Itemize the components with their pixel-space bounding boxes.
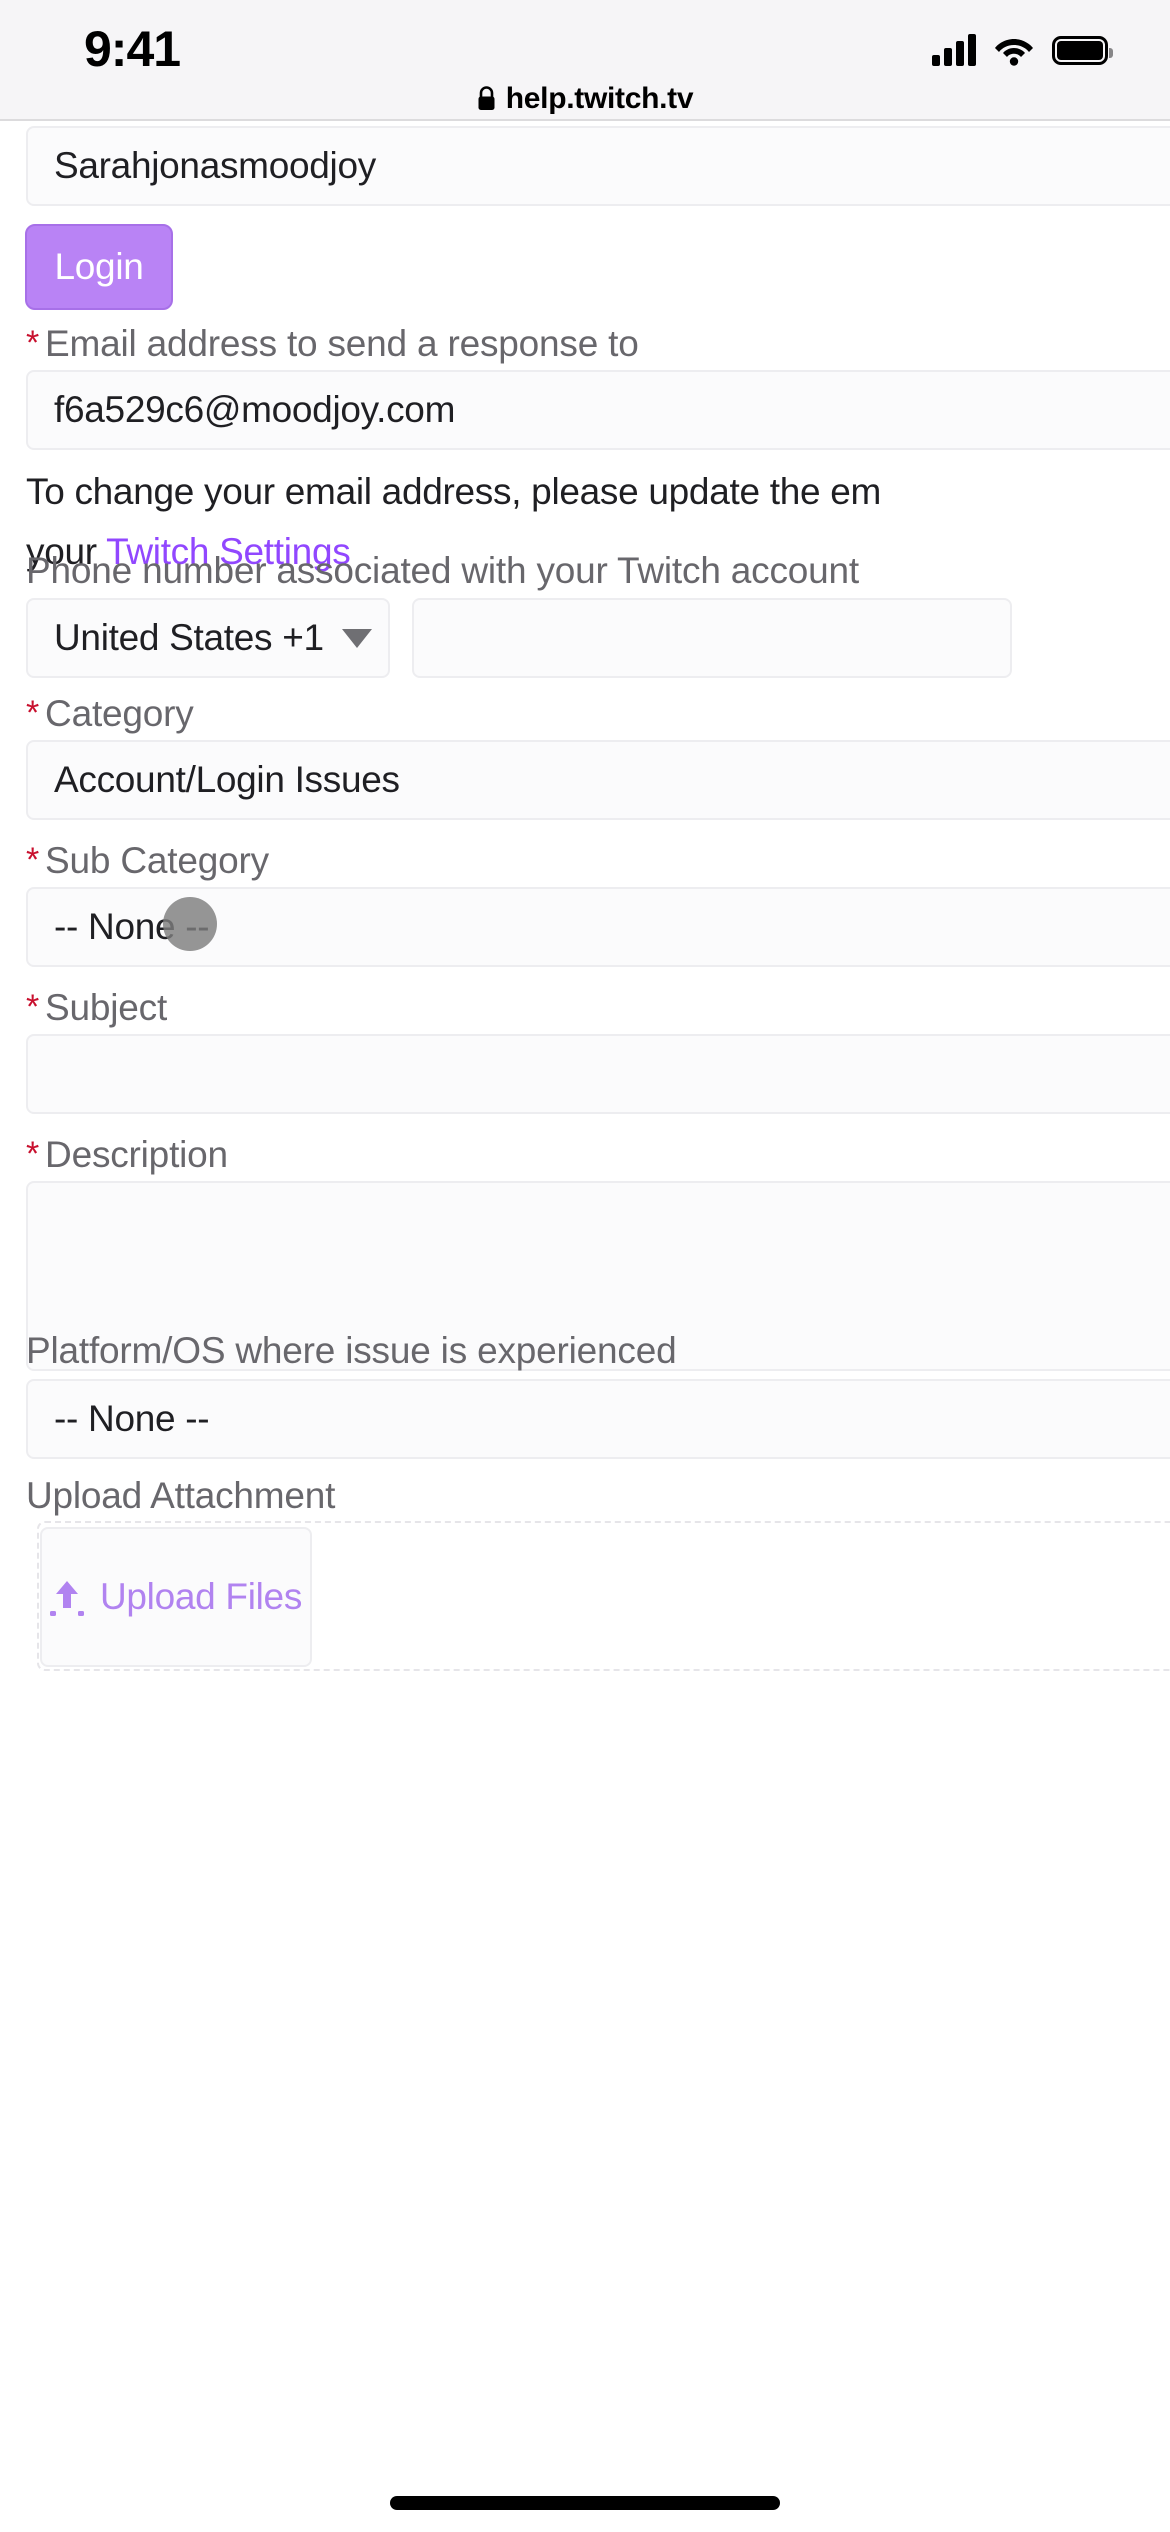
platform-os-select[interactable]: -- None -- [26, 1379, 1170, 1459]
phone-number-input[interactable] [412, 598, 1012, 678]
subject-label-text: Subject [45, 987, 168, 1028]
url-text: help.twitch.tv [505, 81, 694, 115]
login-button[interactable]: Login [25, 224, 173, 310]
username-value: Sarahjonasmoodjoy [54, 145, 376, 186]
required-asterisk-icon: * [26, 841, 40, 879]
email-label: * Email address to send a response to [26, 321, 639, 366]
category-label: * Category [26, 691, 194, 736]
upload-files-button[interactable]: Upload Files [40, 1527, 312, 1667]
subject-label: * Subject [26, 985, 167, 1030]
login-button-label: Login [54, 246, 144, 287]
status-bar: 9:41 [0, 0, 1170, 80]
required-asterisk-icon: * [26, 1135, 40, 1173]
status-bar-icons [932, 28, 1113, 72]
subject-input[interactable] [26, 1034, 1170, 1114]
required-asterisk-icon: * [26, 988, 40, 1026]
status-bar-time: 9:41 [84, 21, 181, 77]
lock-icon [478, 86, 495, 110]
sub-category-value: -- None -- [54, 906, 210, 947]
wifi-icon [995, 39, 1033, 66]
battery-full-icon [1052, 35, 1113, 65]
cellular-signal-icon [932, 34, 976, 66]
browser-chrome: 9:41 help.twitch.tv [0, 0, 1170, 121]
phone-country-value: United States +1 [54, 617, 324, 658]
url-bar[interactable]: help.twitch.tv [0, 76, 1170, 121]
sub-category-label: * Sub Category [26, 838, 269, 883]
home-indicator [390, 2496, 780, 2510]
iphone-screen: 9:41 help.twitch.tv Sarahjonasmoodjoy Lo… [0, 0, 1170, 2532]
platform-os-label: Platform/OS where issue is experienced [26, 1330, 677, 1371]
username-input[interactable]: Sarahjonasmoodjoy [26, 126, 1170, 206]
sub-category-select[interactable]: -- None -- [26, 887, 1170, 967]
category-label-text: Category [45, 693, 194, 734]
required-asterisk-icon: * [26, 324, 40, 362]
chevron-down-icon [341, 628, 372, 648]
description-label-text: Description [45, 1134, 228, 1175]
phone-label: Phone number associated with your Twitch… [26, 550, 859, 591]
email-input[interactable]: f6a529c6@moodjoy.com [26, 370, 1170, 450]
description-label: * Description [26, 1132, 228, 1177]
required-asterisk-icon: * [26, 694, 40, 732]
email-help-line1: To change your email address, please upd… [26, 471, 882, 512]
platform-os-value: -- None -- [54, 1398, 210, 1439]
email-value: f6a529c6@moodjoy.com [54, 389, 456, 430]
web-page-viewport[interactable]: Sarahjonasmoodjoy Login * Email address t… [0, 121, 1170, 2532]
sub-category-label-text: Sub Category [45, 840, 269, 881]
email-label-text: Email address to send a response to [45, 323, 639, 364]
upload-arrow-icon [49, 1581, 84, 1616]
phone-country-select[interactable]: United States +1 [26, 598, 390, 678]
category-value: Account/Login Issues [54, 759, 400, 800]
upload-files-label: Upload Files [99, 1576, 303, 1617]
category-select[interactable]: Account/Login Issues [26, 740, 1170, 820]
upload-attachment-label: Upload Attachment [26, 1475, 336, 1516]
support-request-form: Sarahjonasmoodjoy Login * Email address t… [0, 121, 1170, 2532]
